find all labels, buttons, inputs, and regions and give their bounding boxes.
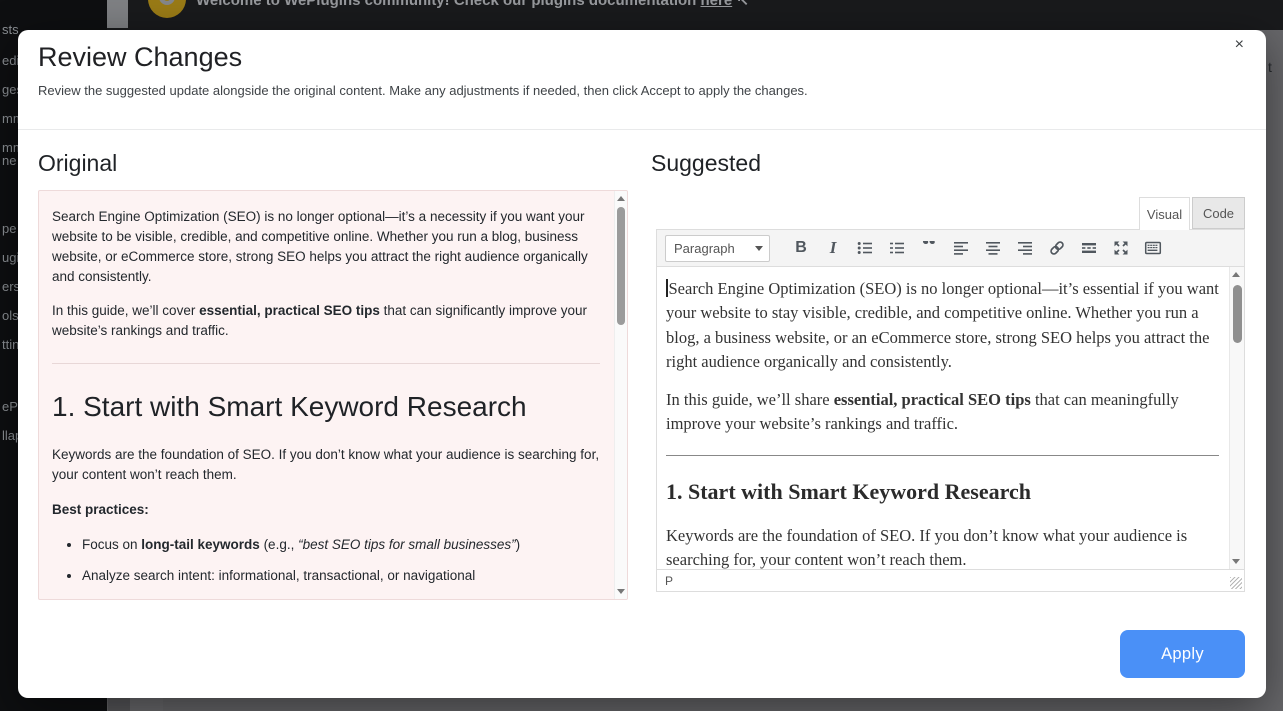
- sidebar-menu-item[interactable]: pe: [2, 221, 16, 236]
- paragraph-format-dropdown[interactable]: Paragraph: [665, 235, 770, 262]
- text-run: Keywords are the foundation of SEO. If y…: [666, 526, 1187, 569]
- topbar-block: [107, 0, 128, 28]
- resize-grip[interactable]: [1230, 577, 1242, 589]
- paragraph: Keywords are the foundation of SEO. If y…: [666, 524, 1219, 569]
- text-run-italic: “best SEO tips for small businesses”: [298, 537, 516, 552]
- content-divider: [666, 455, 1219, 456]
- text-run: Search Engine Optimization (SEO) is no l…: [666, 279, 1219, 371]
- bulleted-list-icon[interactable]: [852, 235, 878, 261]
- scroll-up-icon[interactable]: [1232, 272, 1240, 277]
- sidebar-menu-item[interactable]: ne: [2, 153, 16, 168]
- paragraph: Keywords are the foundation of SEO. If y…: [52, 445, 600, 485]
- paragraph: In this guide, we’ll share essential, pr…: [666, 388, 1219, 437]
- scroll-down-icon[interactable]: [1232, 559, 1240, 564]
- text-run: (e.g.,: [260, 537, 298, 552]
- sidebar-menu-item[interactable]: ttin: [2, 337, 19, 352]
- admin-notice-bar: Welcome to WePlugins community! Check ou…: [107, 0, 1283, 30]
- header-divider: [18, 129, 1266, 130]
- text-run-bold: essential, practical SEO tips: [199, 303, 380, 318]
- editor-content[interactable]: Search Engine Optimization (SEO) is no l…: [657, 267, 1229, 569]
- chevron-down-icon: [755, 246, 763, 251]
- tab-code[interactable]: Code: [1192, 197, 1245, 229]
- bold-glyph: B: [795, 239, 807, 257]
- sidebar-menu-item[interactable]: ugi: [2, 250, 19, 265]
- text-run: Keywords are the foundation of SEO. If y…: [52, 447, 599, 482]
- italic-glyph: I: [830, 238, 837, 258]
- notice-here-link[interactable]: here: [701, 0, 733, 9]
- text-run-bold: essential, practical SEO tips: [834, 390, 1031, 409]
- italic-icon[interactable]: I: [820, 235, 846, 261]
- bold-icon[interactable]: B: [788, 235, 814, 261]
- blockquote-icon[interactable]: “: [916, 235, 942, 261]
- modal-title: Review Changes: [38, 42, 242, 73]
- paragraph: Search Engine Optimization (SEO) is no l…: [52, 207, 600, 286]
- cursor-arrow-icon: ↖: [736, 0, 749, 9]
- element-path: P: [665, 574, 673, 588]
- paragraph: In this guide, we’ll cover essential, pr…: [52, 301, 600, 341]
- notice-text: Welcome to WePlugins community! Check ou…: [196, 0, 749, 9]
- text-run-bold: Best practices:: [52, 502, 149, 517]
- original-scrollbar[interactable]: [614, 191, 627, 599]
- section-heading: 1. Start with Smart Keyword Research: [666, 476, 1219, 508]
- align-left-icon[interactable]: [948, 235, 974, 261]
- tab-visual[interactable]: Visual: [1139, 197, 1190, 230]
- content-divider: [52, 363, 600, 364]
- original-heading: Original: [38, 150, 117, 177]
- review-changes-modal: × Review Changes Review the suggested up…: [18, 30, 1266, 698]
- close-icon[interactable]: ×: [1235, 37, 1244, 53]
- scroll-up-icon[interactable]: [617, 196, 625, 201]
- scroll-down-icon[interactable]: [617, 589, 625, 594]
- align-center-icon[interactable]: [980, 235, 1006, 261]
- link-icon[interactable]: [1044, 235, 1070, 261]
- text-cursor: [666, 279, 668, 297]
- original-content-text: Search Engine Optimization (SEO) is no l…: [39, 191, 614, 599]
- background-segment: [130, 698, 163, 711]
- sidebar-menu-item[interactable]: sts: [2, 22, 19, 37]
- numbered-list-icon[interactable]: [884, 235, 910, 261]
- text-run: Analyze search intent: informational, tr…: [82, 568, 475, 583]
- editor-toolbar: Paragraph B I “: [657, 230, 1244, 267]
- list-item: Analyze search intent: informational, tr…: [82, 566, 600, 586]
- modal-subtitle: Review the suggested update alongside th…: [38, 83, 808, 98]
- sidebar-menu-item[interactable]: ols: [2, 308, 19, 323]
- text-run: Focus on: [82, 537, 141, 552]
- align-right-icon[interactable]: [1012, 235, 1038, 261]
- suggested-heading: Suggested: [651, 150, 761, 177]
- fullscreen-icon[interactable]: [1108, 235, 1134, 261]
- original-content-panel: Search Engine Optimization (SEO) is no l…: [38, 190, 628, 600]
- notice-text-fragment: Welcome to WePlugins community! Check ou…: [196, 0, 701, 9]
- text-run-bold: long-tail keywords: [141, 537, 260, 552]
- scrollbar-thumb[interactable]: [1233, 285, 1242, 343]
- text-run: ): [516, 537, 521, 552]
- paragraph: Search Engine Optimization (SEO) is no l…: [666, 277, 1219, 374]
- editor-scrollbar[interactable]: [1229, 267, 1244, 569]
- list-item: Focus on long-tail keywords (e.g., “best…: [82, 535, 600, 555]
- bullet-list: Focus on long-tail keywords (e.g., “best…: [52, 535, 600, 586]
- format-dropdown-value: Paragraph: [674, 241, 735, 256]
- background-text-fragment: t: [1268, 59, 1272, 75]
- suggested-editor: Paragraph B I “: [656, 229, 1245, 592]
- more-tag-icon[interactable]: [1076, 235, 1102, 261]
- apply-button[interactable]: Apply: [1120, 630, 1245, 678]
- background-segment: [108, 698, 130, 711]
- editor-status-bar: P: [657, 569, 1244, 591]
- text-run: Search Engine Optimization (SEO) is no l…: [52, 209, 588, 284]
- text-run: In this guide, we’ll share: [666, 390, 834, 409]
- scrollbar-thumb[interactable]: [617, 207, 625, 325]
- toolbar-toggle-icon[interactable]: [1140, 235, 1166, 261]
- text-run: In this guide, we’ll cover: [52, 303, 199, 318]
- page-background: sts edia ges mm mm ne pe ugi ers ols tti…: [0, 0, 1283, 711]
- quote-glyph: “: [922, 241, 937, 255]
- section-heading: 1. Start with Smart Keyword Research: [52, 386, 600, 427]
- paragraph: Best practices:: [52, 500, 600, 520]
- notice-badge-icon: [148, 0, 186, 18]
